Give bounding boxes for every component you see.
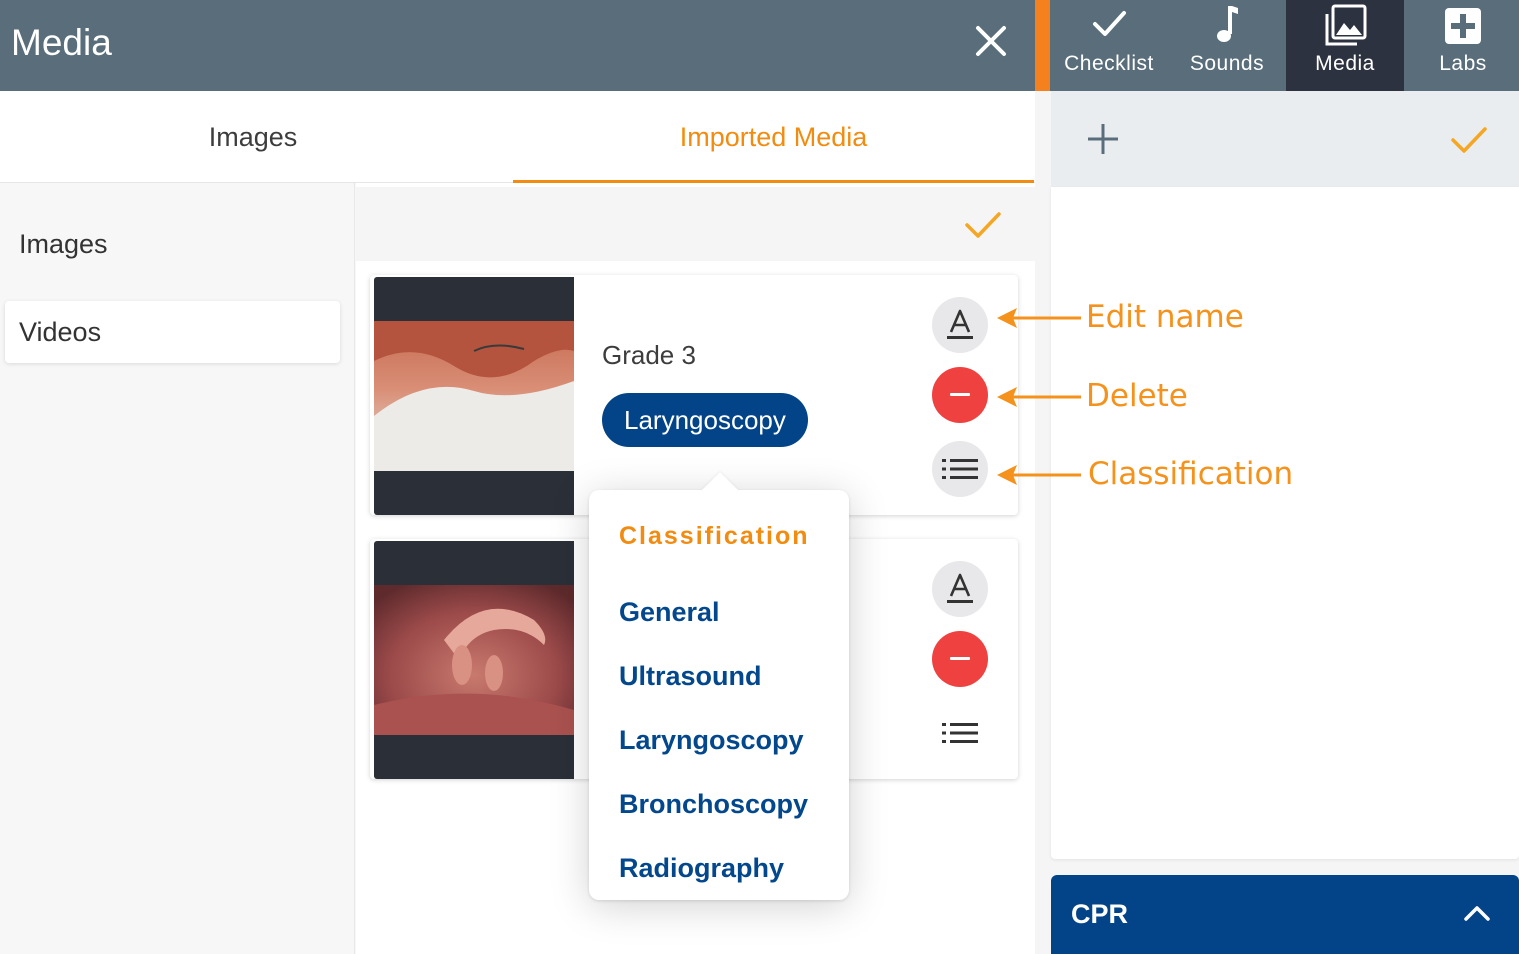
cpr-panel-toggle[interactable]: CPR <box>1051 875 1519 954</box>
media-tabs: Images Imported Media <box>0 91 1035 183</box>
media-queue-panel <box>1051 187 1519 859</box>
photo-library-icon <box>1325 4 1367 46</box>
medical-cross-icon <box>1445 8 1481 44</box>
edit-name-button[interactable] <box>932 561 988 617</box>
media-name: Grade 3 <box>602 340 696 370</box>
confirm-button[interactable] <box>1449 123 1489 157</box>
classification-button[interactable] <box>932 441 988 497</box>
checkmark-icon <box>1451 127 1487 153</box>
nav-sounds[interactable]: Sounds <box>1168 0 1286 91</box>
sidebar-item-images[interactable]: Images <box>5 213 340 275</box>
orange-accent-strip <box>1035 0 1050 91</box>
media-card: Grade 3 Laryngoscopy <box>370 275 1018 515</box>
list-toolbar <box>356 187 1035 261</box>
checkmark-icon <box>1093 11 1126 36</box>
oral-cavity-image <box>374 585 574 735</box>
nav-media[interactable]: Media <box>1286 0 1404 91</box>
app-root: Media Images Imported Media Images Video… <box>0 0 1519 954</box>
text-format-icon <box>947 573 973 603</box>
nav-label: Sounds <box>1189 52 1265 75</box>
sidebar-item-videos[interactable]: Videos <box>5 301 340 363</box>
nav-labs[interactable]: Labs <box>1404 0 1519 91</box>
top-navigation: Checklist Sounds Media Labs <box>1050 0 1519 91</box>
add-button[interactable] <box>1085 121 1121 157</box>
nav-checklist[interactable]: Checklist <box>1050 0 1168 91</box>
annotation-arrow <box>997 465 1081 485</box>
annotation-delete: Delete <box>1086 378 1188 414</box>
classification-button[interactable] <box>932 705 988 761</box>
media-type-sidebar: Images Videos <box>0 183 355 954</box>
classification-option-ultrasound[interactable]: Ultrasound <box>619 661 762 692</box>
nav-label: Media <box>1315 52 1375 75</box>
delete-button[interactable] <box>932 631 988 687</box>
media-toolbar <box>1051 91 1519 187</box>
classification-option-bronchoscopy[interactable]: Bronchoscopy <box>619 789 808 820</box>
nav-label: Checklist <box>1064 52 1154 75</box>
annotation-classification: Classification <box>1088 456 1294 492</box>
cpr-label: CPR <box>1071 899 1129 929</box>
video-thumbnail[interactable] <box>374 277 574 515</box>
popover-title: Classification <box>619 522 810 550</box>
list-icon <box>942 459 978 479</box>
panel-divider <box>1035 91 1050 954</box>
annotation-arrow <box>997 387 1081 407</box>
close-icon <box>976 26 1006 56</box>
classification-option-radiography[interactable]: Radiography <box>619 853 784 884</box>
music-note-icon <box>1217 6 1238 42</box>
panel-header: Media <box>0 0 1035 91</box>
laryngoscopy-image <box>374 321 574 471</box>
edit-name-button[interactable] <box>932 297 988 353</box>
minus-icon <box>950 657 970 660</box>
chevron-up-icon <box>1464 906 1490 921</box>
annotation-arrow <box>997 308 1081 328</box>
close-button[interactable] <box>968 18 1014 64</box>
delete-button[interactable] <box>932 367 988 423</box>
popover-arrow <box>702 472 738 490</box>
confirm-button[interactable] <box>963 207 1003 243</box>
video-thumbnail[interactable] <box>374 541 574 779</box>
plus-icon <box>1088 124 1118 154</box>
tab-images[interactable]: Images <box>0 91 506 183</box>
minus-icon <box>950 393 970 396</box>
annotation-edit-name: Edit name <box>1086 299 1244 335</box>
classification-popover: Classification General Ultrasound Laryng… <box>589 472 849 900</box>
classification-badge[interactable]: Laryngoscopy <box>602 393 808 447</box>
classification-option-general[interactable]: General <box>619 597 720 628</box>
panel-title: Media <box>11 22 112 63</box>
text-format-icon <box>947 309 973 339</box>
checkmark-icon <box>965 212 1001 238</box>
media-panel: Media Images Imported Media Images Video… <box>0 0 1035 954</box>
list-icon <box>942 723 978 743</box>
nav-label: Labs <box>1439 52 1487 75</box>
tab-imported-media[interactable]: Imported Media <box>513 91 1034 183</box>
classification-option-laryngoscopy[interactable]: Laryngoscopy <box>619 725 804 756</box>
